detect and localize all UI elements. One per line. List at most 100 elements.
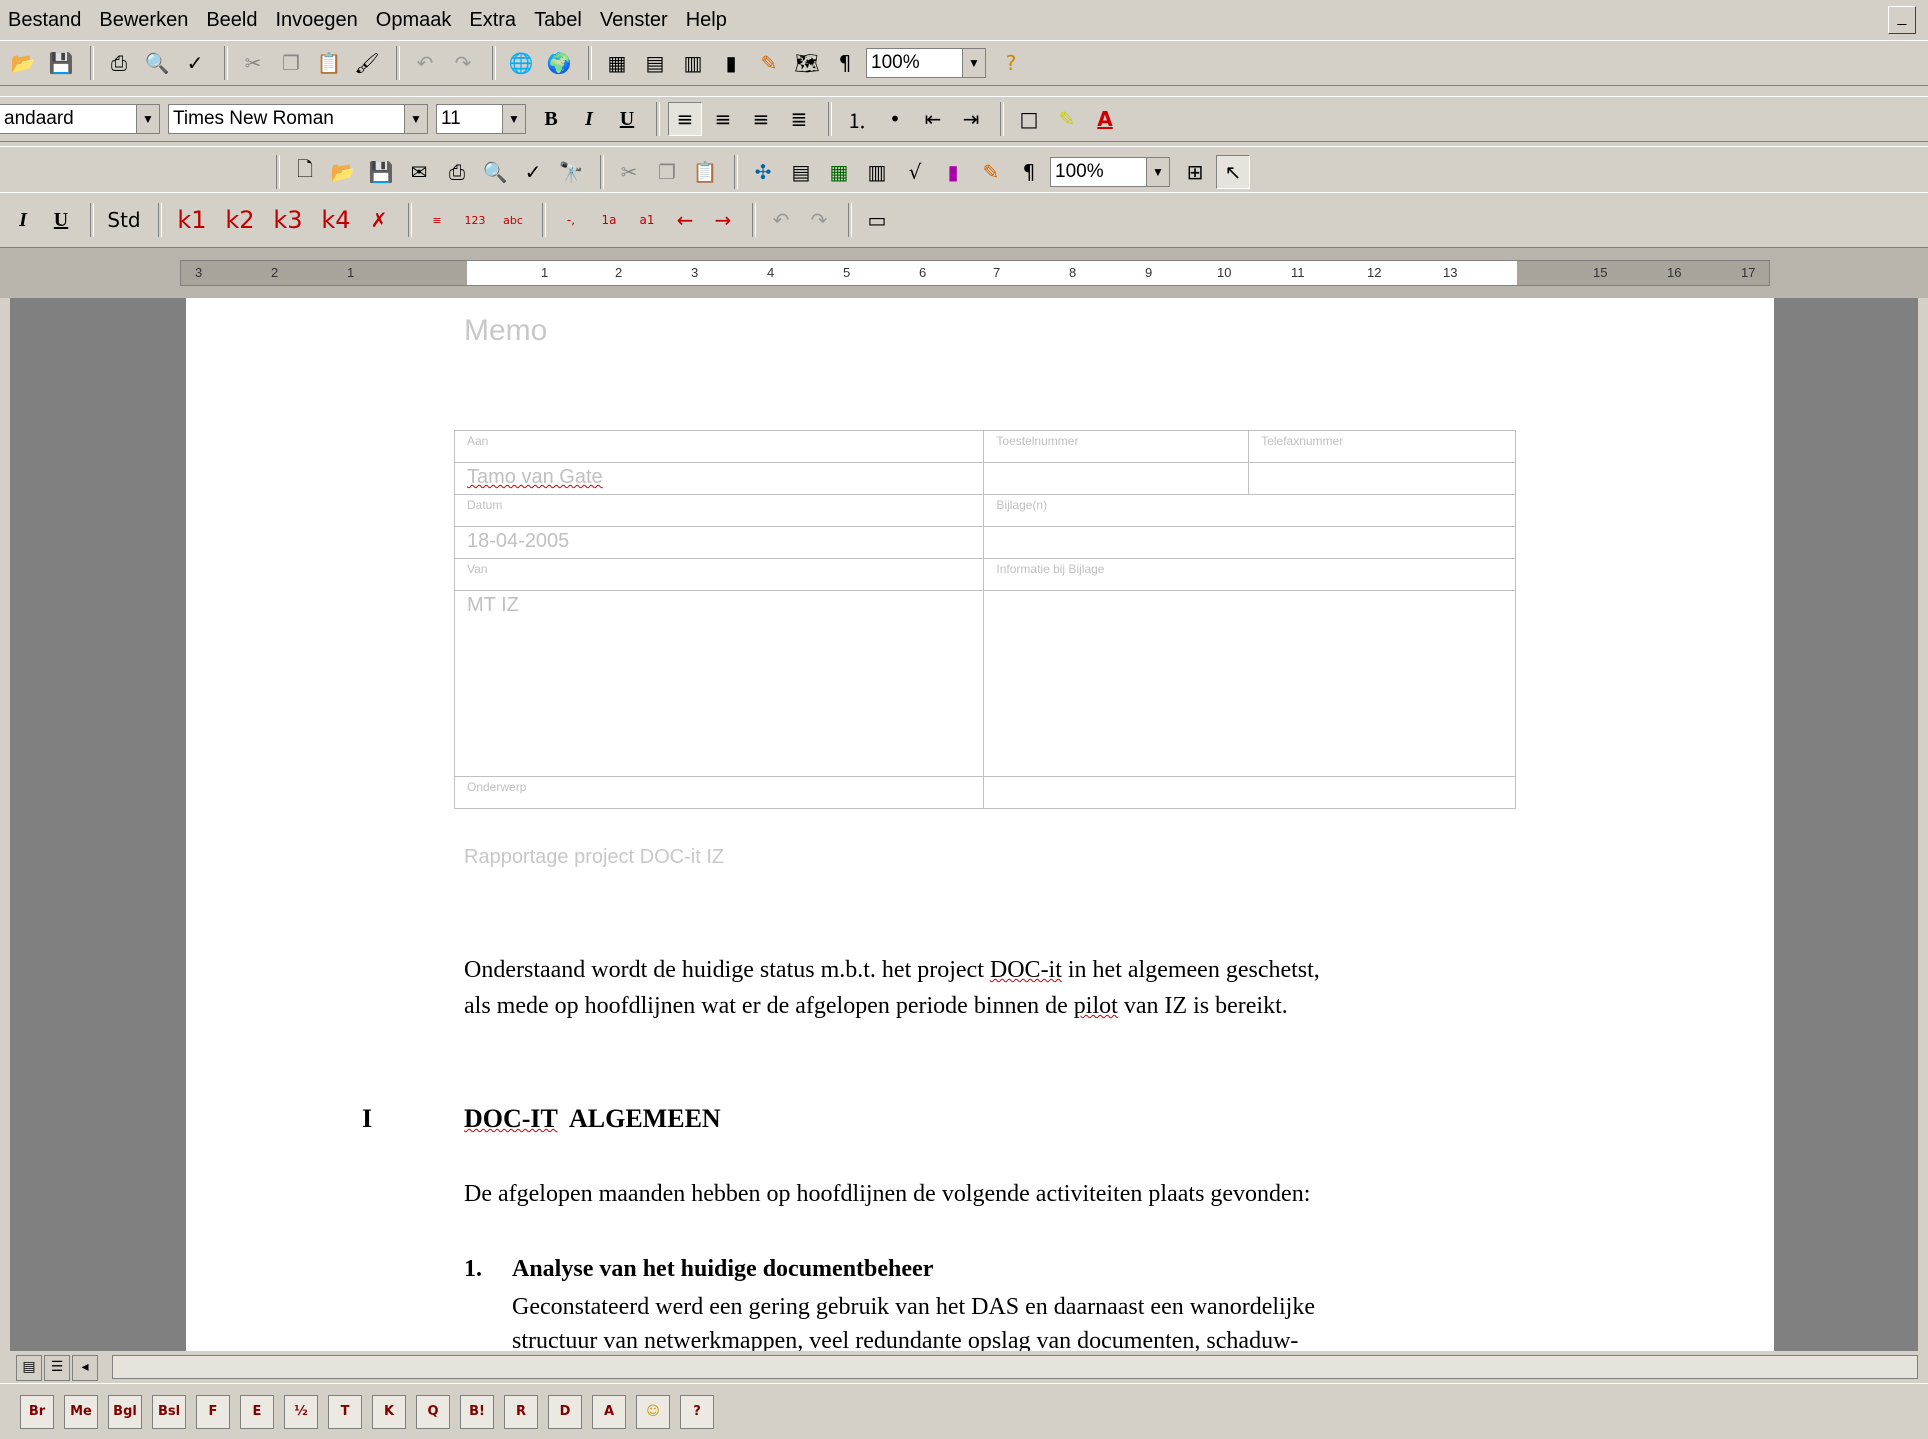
align-right-icon[interactable]: ≡	[744, 102, 778, 136]
italic-button[interactable]: I	[6, 203, 40, 237]
print-icon[interactable]: ⎙	[440, 155, 474, 189]
t-button[interactable]: T	[328, 1394, 362, 1429]
document-map-icon[interactable]: 🗺	[790, 46, 824, 80]
numbering-icon[interactable]: ⒈	[840, 102, 874, 136]
menu-invoegen[interactable]: Invoegen	[275, 9, 357, 32]
k1-button[interactable]: k1	[170, 203, 214, 237]
increase-indent-icon[interactable]: ⇥	[954, 102, 988, 136]
normal-view-icon[interactable]: ▤	[16, 1355, 42, 1381]
new-document-icon[interactable]: 🗋	[288, 155, 322, 189]
menu-opmaak[interactable]: Opmaak	[376, 9, 452, 32]
insert-excel-icon[interactable]: ▥	[676, 46, 710, 80]
border-icon[interactable]: □	[1012, 102, 1046, 136]
aan-value[interactable]: Tamo van Gate	[453, 462, 985, 495]
equation-icon[interactable]: √	[898, 155, 932, 189]
paste-icon[interactable]: 📋	[688, 155, 722, 189]
underline-button[interactable]: U	[610, 102, 644, 136]
show-formatting-icon[interactable]: ¶	[828, 46, 862, 80]
email-icon[interactable]: ✉	[402, 155, 436, 189]
find-icon[interactable]: 🔭	[554, 155, 588, 189]
insert-table-icon[interactable]: ▤	[638, 46, 672, 80]
misspelled-word[interactable]: pilot	[1074, 993, 1118, 1019]
bold-button[interactable]: B	[534, 102, 568, 136]
k2-button[interactable]: k2	[218, 203, 262, 237]
zoom-select[interactable]: 100% ▼	[1050, 157, 1170, 187]
open-icon[interactable]: 📂	[6, 46, 40, 80]
open-icon[interactable]: 📂	[326, 155, 360, 189]
italic-button[interactable]: I	[572, 102, 606, 136]
document-page[interactable]: Memo Aan Toestelnummer Telefaxnummer Tam…	[186, 298, 1774, 1351]
grid-view-icon[interactable]: ⊞	[1178, 155, 1212, 189]
fields-icon[interactable]: ✣	[746, 155, 780, 189]
grid-icon[interactable]: ▥	[860, 155, 894, 189]
f-button[interactable]: F	[196, 1394, 230, 1429]
smiley-icon[interactable]: ☺	[636, 1394, 670, 1429]
undo-icon[interactable]: ↶	[408, 46, 442, 80]
onderwerp-value[interactable]: Rapportage project DOC-it IZ	[464, 846, 724, 869]
hyperlink-icon[interactable]: 🌐	[504, 46, 538, 80]
intro-paragraph[interactable]: Onderstaand wordt de huidige status m.b.…	[464, 952, 1564, 1024]
paste-icon[interactable]: 📋	[312, 46, 346, 80]
copy-icon[interactable]: ❐	[650, 155, 684, 189]
menu-tabel[interactable]: Tabel	[534, 9, 582, 32]
menu-beeld[interactable]: Beeld	[206, 9, 257, 32]
bsl-button[interactable]: Bsl	[152, 1394, 186, 1429]
std-button[interactable]: Std	[102, 203, 146, 237]
chevron-down-icon[interactable]: ▼	[502, 105, 525, 133]
me-button[interactable]: Me	[64, 1394, 98, 1429]
spelling-icon[interactable]: ✓	[178, 46, 212, 80]
bgl-button[interactable]: Bgl	[108, 1394, 142, 1429]
justify-icon[interactable]: ≣	[782, 102, 816, 136]
print-preview-icon[interactable]: 🔍	[478, 155, 512, 189]
form-icon[interactable]: ▤	[784, 155, 818, 189]
redo-icon[interactable]: ↷	[802, 203, 836, 237]
print-preview-icon[interactable]: 🔍	[140, 46, 174, 80]
undo-icon[interactable]: ↶	[764, 203, 798, 237]
clear-format-icon[interactable]: ✗	[362, 203, 396, 237]
ops-list-icon[interactable]: 1a	[592, 203, 626, 237]
menu-extra[interactable]: Extra	[469, 9, 516, 32]
informatie-value[interactable]	[983, 590, 1516, 777]
font-size-select[interactable]: 11 ▼	[436, 104, 526, 134]
activities-paragraph[interactable]: De afgelopen maanden hebben op hoofdlijn…	[464, 1176, 1310, 1212]
ops-right-icon[interactable]: →	[706, 203, 740, 237]
onderwerp-extra[interactable]	[983, 776, 1516, 809]
br-button[interactable]: Br	[20, 1394, 54, 1429]
d-button[interactable]: D	[548, 1394, 582, 1429]
print-icon[interactable]: ⎙	[102, 46, 136, 80]
web-toolbar-icon[interactable]: 🌍	[542, 46, 576, 80]
list-item-text[interactable]: Geconstateerd werd een gering gebruik va…	[512, 1290, 1532, 1351]
cut-icon[interactable]: ✂	[612, 155, 646, 189]
horizontal-scrollbar[interactable]	[112, 1355, 1918, 1379]
highlight-icon[interactable]: ✎	[1050, 102, 1084, 136]
font-color-button[interactable]: A	[1088, 102, 1122, 136]
decrease-indent-icon[interactable]: ⇤	[916, 102, 950, 136]
chevron-down-icon[interactable]: ▼	[962, 49, 985, 77]
redo-icon[interactable]: ↷	[446, 46, 480, 80]
window-minimize-button[interactable]: _	[1888, 6, 1916, 34]
ops-text-icon[interactable]: abc	[496, 203, 530, 237]
a-button[interactable]: A	[592, 1394, 626, 1429]
scroll-left-icon[interactable]: ◂	[72, 1355, 98, 1381]
b-alert-button[interactable]: B!	[460, 1394, 494, 1429]
q-button[interactable]: Q	[416, 1394, 450, 1429]
ops-sublist-icon[interactable]: a1	[630, 203, 664, 237]
underline-button[interactable]: U	[44, 203, 78, 237]
chevron-down-icon[interactable]: ▼	[404, 105, 427, 133]
font-select[interactable]: Times New Roman ▼	[168, 104, 428, 134]
columns-icon[interactable]: ▮	[714, 46, 748, 80]
cut-icon[interactable]: ✂	[236, 46, 270, 80]
outline-view-icon[interactable]: ☰	[44, 1355, 70, 1381]
tables-icon[interactable]: ▦	[600, 46, 634, 80]
align-center-icon[interactable]: ≡	[706, 102, 740, 136]
ops-number-icon[interactable]: 123	[458, 203, 492, 237]
pointer-icon[interactable]: ↖	[1216, 155, 1250, 189]
drawing-icon[interactable]: ✎	[752, 46, 786, 80]
menu-help[interactable]: Help	[686, 9, 727, 32]
k-button[interactable]: K	[372, 1394, 406, 1429]
fraction-button[interactable]: ½	[284, 1394, 318, 1429]
telefax-value[interactable]	[1248, 462, 1516, 495]
menu-bewerken[interactable]: Bewerken	[99, 9, 188, 32]
van-value[interactable]: MT IZ	[453, 590, 985, 777]
horizontal-ruler[interactable]: 3 2 1 1 2 3 4 5 6 7 8 9 10 11 12 13 15 1…	[180, 260, 1770, 286]
